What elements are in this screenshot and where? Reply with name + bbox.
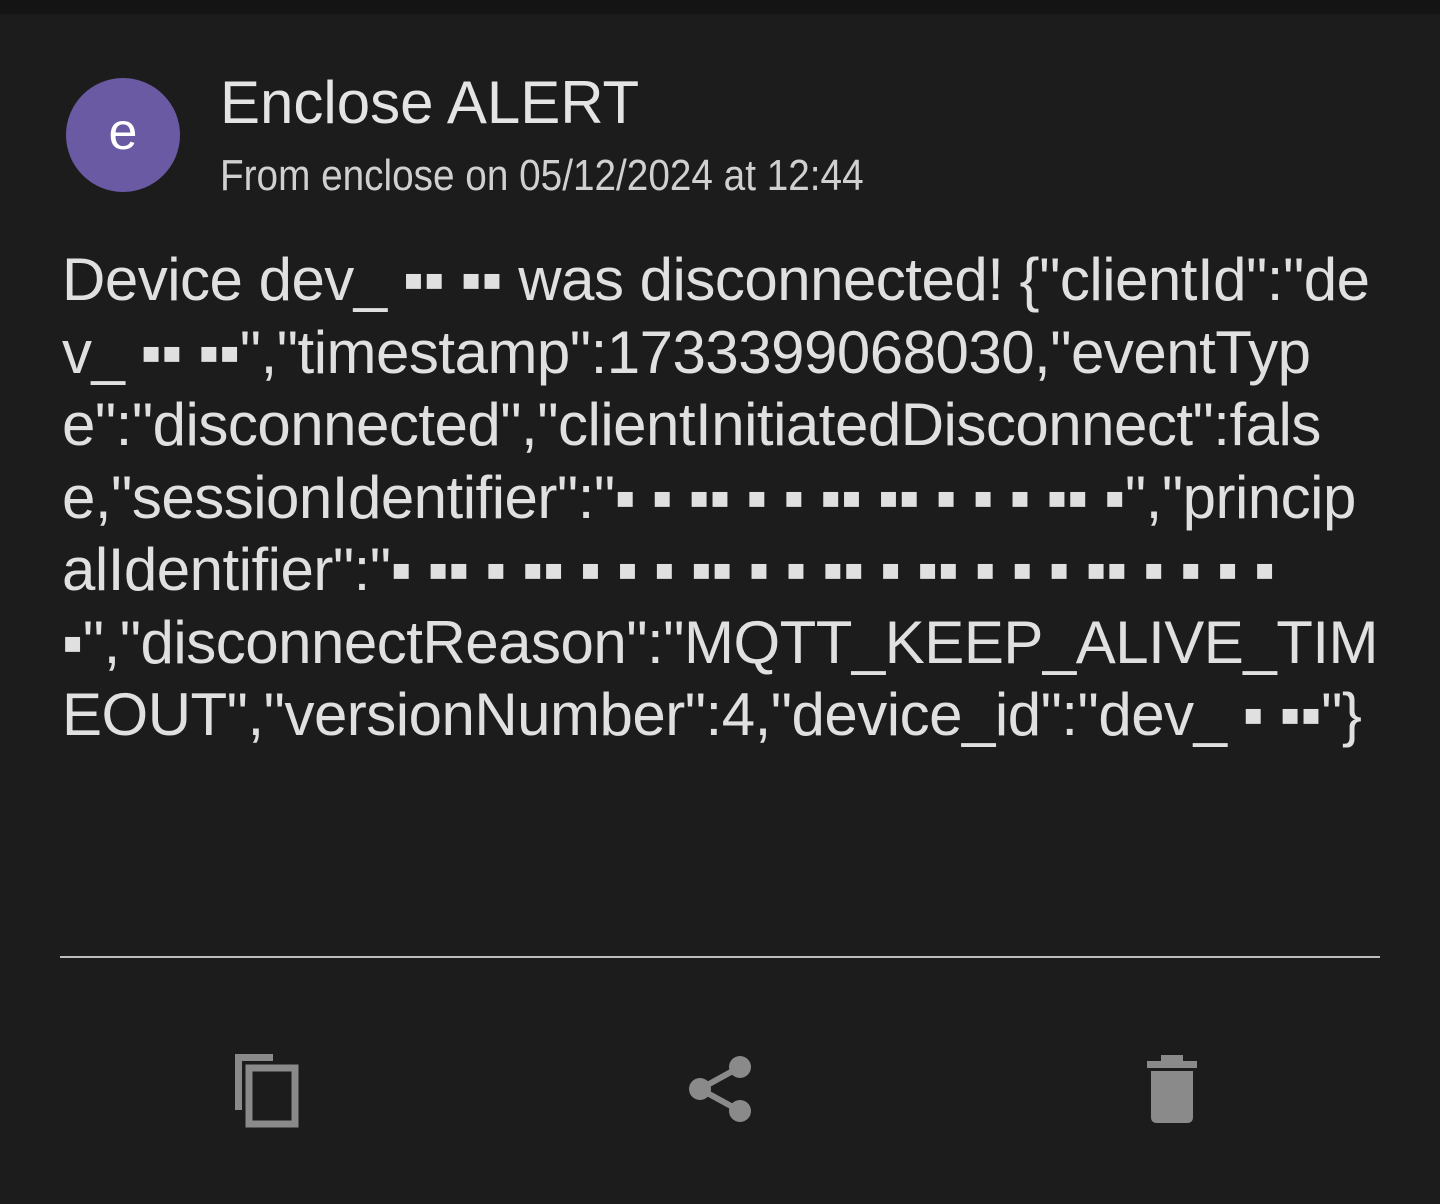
avatar: e — [66, 78, 180, 192]
delete-button[interactable] — [1117, 1034, 1227, 1144]
share-button[interactable] — [665, 1034, 775, 1144]
copy-icon — [229, 1048, 301, 1130]
share-icon — [686, 1053, 754, 1125]
notification-title: Enclose ALERT — [220, 69, 640, 136]
notification-card: e Enclose ALERT From enclose on 05/12/20… — [0, 14, 1440, 1204]
divider — [60, 956, 1380, 958]
notification-subtitle: From enclose on 05/12/2024 at 12:44 — [220, 151, 864, 200]
status-strip — [0, 0, 1440, 14]
avatar-letter: e — [108, 103, 138, 161]
notification-message: Device dev_ ▪▪ ▪▪ was disconnected! {"cl… — [62, 246, 1379, 748]
delete-icon — [1145, 1055, 1199, 1123]
copy-button[interactable] — [210, 1034, 320, 1144]
